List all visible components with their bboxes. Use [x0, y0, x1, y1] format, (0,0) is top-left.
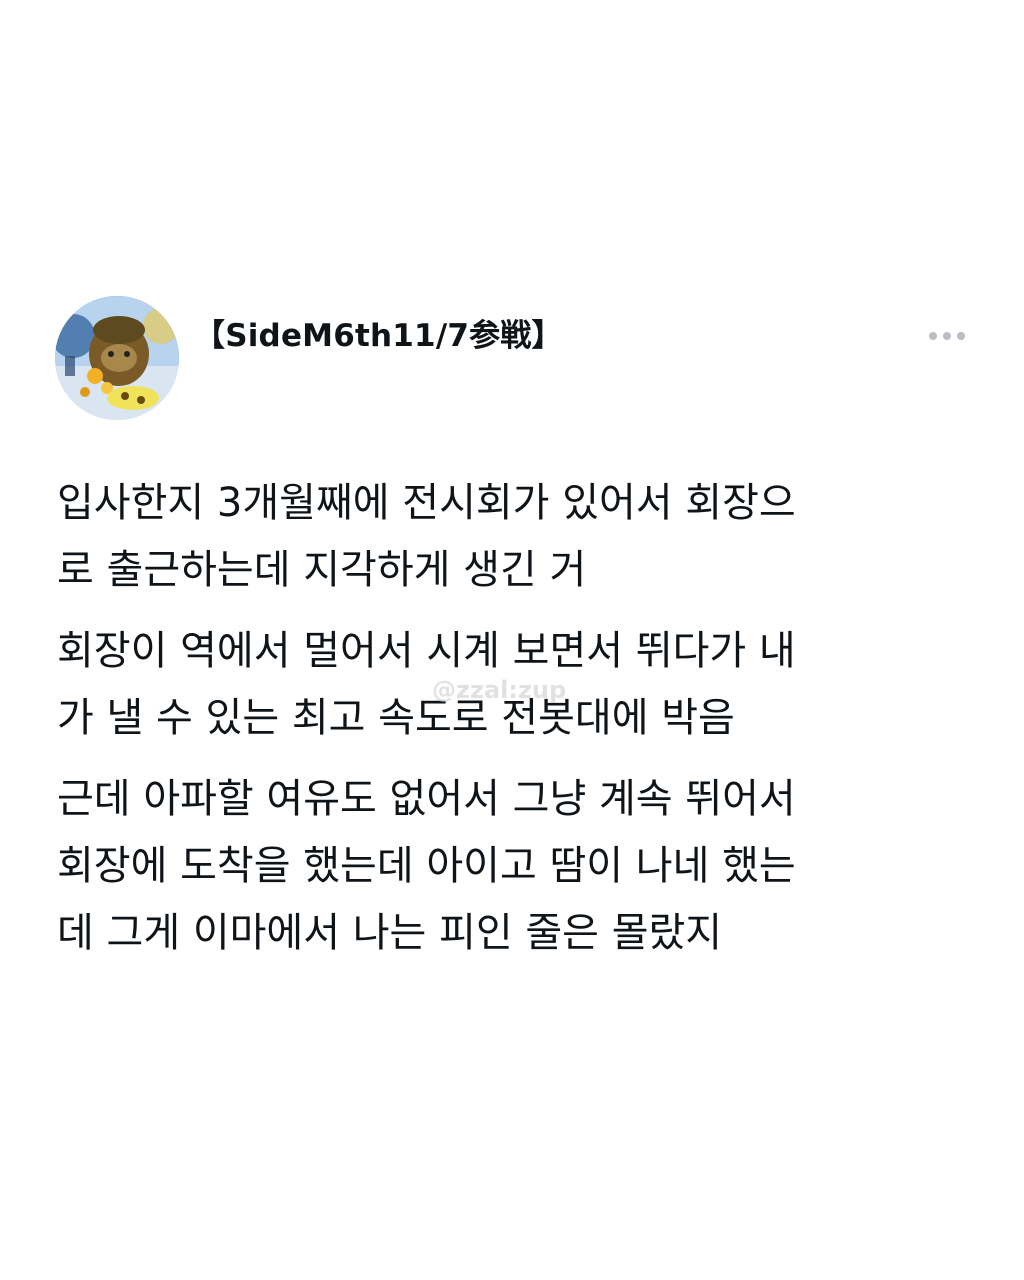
author-display-name[interactable]: 【SideM6th11/7参戦】: [194, 316, 563, 356]
avatar-picture-icon: [55, 296, 179, 420]
text-line: 근데 아파할 여유도 없어서 그냥 계속 뛰어서: [57, 776, 796, 822]
post-card: 【SideM6th11/7参戦】 입사한지 3개월째에 전시회가 있어서 회장으…: [0, 0, 1024, 1280]
text-line: 회장에 도착을 했는데 아이고 땀이 나네 했는: [57, 843, 796, 889]
avatar[interactable]: [55, 296, 179, 420]
more-options-button[interactable]: [925, 322, 969, 350]
more-options-icon: [929, 332, 965, 340]
post-body: 입사한지 3개월째에 전시회가 있어서 회장으 로 출근하는데 지각하게 생긴 …: [57, 470, 957, 981]
text-line: 데 그게 이마에서 나는 피인 줄은 몰랐지: [57, 910, 723, 956]
watermark: @zzal:zup: [432, 676, 567, 704]
post-paragraph: 입사한지 3개월째에 전시회가 있어서 회장으 로 출근하는데 지각하게 생긴 …: [57, 470, 957, 604]
post-paragraph: 근데 아파할 여유도 없어서 그냥 계속 뛰어서 회장에 도착을 했는데 아이고…: [57, 766, 957, 967]
text-line: 입사한지 3개월째에 전시회가 있어서 회장으: [57, 480, 796, 526]
text-line: 로 출근하는데 지각하게 생긴 거: [57, 547, 587, 593]
text-line: 회장이 역에서 멀어서 시계 보면서 뛰다가 내: [57, 628, 796, 674]
